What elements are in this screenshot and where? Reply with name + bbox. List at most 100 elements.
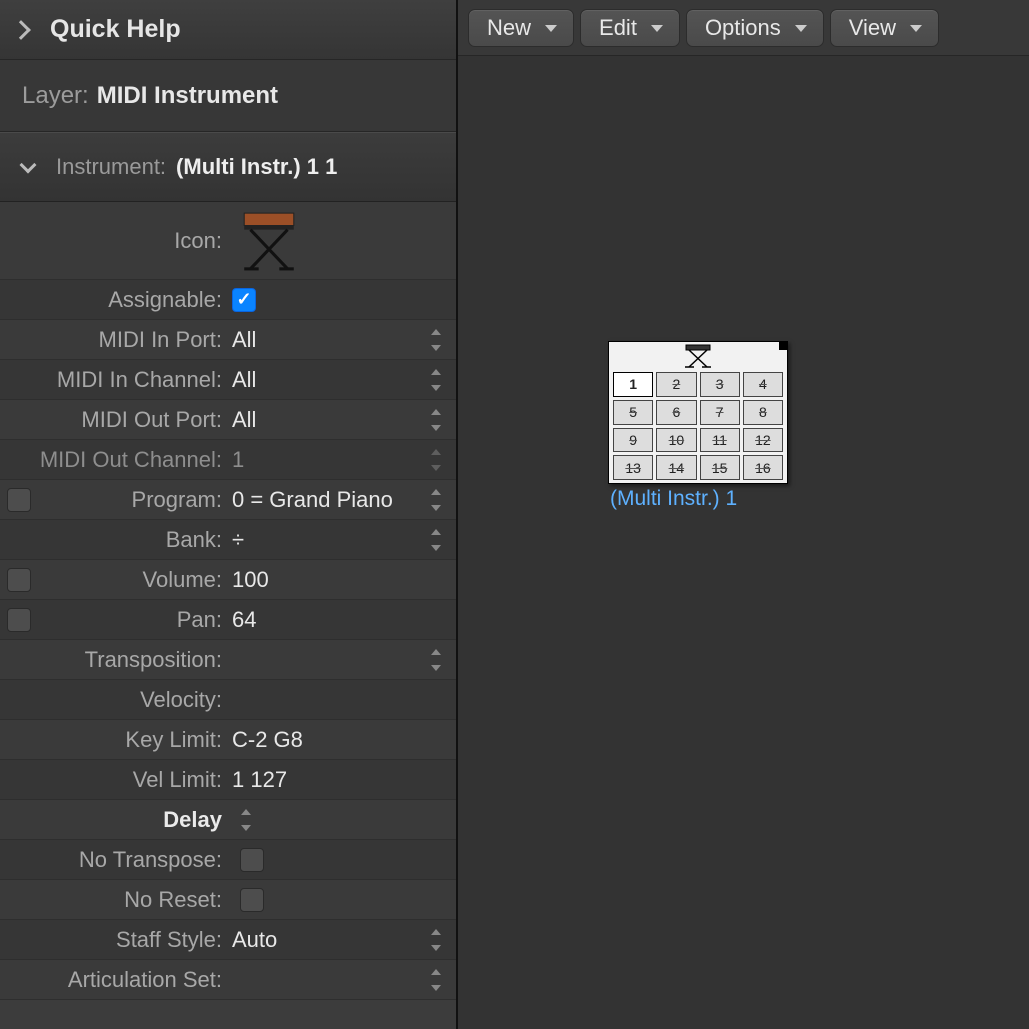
channel-button-7[interactable]: 7 bbox=[700, 400, 740, 425]
param-vel-limit: Vel Limit: 1 127 bbox=[0, 760, 456, 800]
param-key-limit: Key Limit: C-2 G8 bbox=[0, 720, 456, 760]
quick-help-header[interactable]: Quick Help bbox=[0, 0, 456, 60]
environment-canvas-panel: New Edit Options View bbox=[458, 0, 1029, 1029]
btn-label: View bbox=[849, 15, 896, 41]
channel-button-2[interactable]: 2 bbox=[656, 372, 696, 397]
param-assignable: Assignable: bbox=[0, 280, 456, 320]
param-no-reset: No Reset: bbox=[0, 880, 456, 920]
keyboard-stand-icon bbox=[682, 344, 714, 370]
stepper-icon[interactable] bbox=[428, 406, 444, 434]
pan-enable-checkbox[interactable] bbox=[7, 608, 31, 632]
vel-limit-value[interactable]: 1 127 bbox=[228, 767, 444, 793]
param-midi-out-channel: MIDI Out Channel: 1 bbox=[0, 440, 456, 480]
staff-style-value[interactable]: Auto bbox=[228, 927, 428, 953]
param-label: MIDI In Channel: bbox=[38, 367, 228, 393]
bank-value[interactable]: ÷ bbox=[228, 527, 428, 553]
no-reset-checkbox[interactable] bbox=[240, 888, 264, 912]
multi-instrument-object[interactable]: 12345678910111213141516 (Multi Instr.) 1 bbox=[608, 341, 788, 511]
stepper-icon[interactable] bbox=[428, 526, 444, 554]
param-articulation-set: Articulation Set: bbox=[0, 960, 456, 1000]
output-connector-icon[interactable] bbox=[779, 342, 787, 350]
object-label[interactable]: (Multi Instr.) 1 bbox=[608, 487, 788, 511]
channel-button-8[interactable]: 8 bbox=[743, 400, 783, 425]
channel-button-1[interactable]: 1 bbox=[613, 372, 653, 397]
program-value[interactable]: 0 = Grand Piano bbox=[228, 487, 428, 513]
inspector-panel: Quick Help Layer: MIDI Instrument Instru… bbox=[0, 0, 458, 1029]
midi-in-port-value[interactable]: All bbox=[228, 327, 428, 353]
assignable-checkbox[interactable] bbox=[232, 288, 256, 312]
stepper-icon[interactable] bbox=[428, 966, 444, 994]
stepper-icon[interactable] bbox=[428, 646, 444, 674]
channel-grid: 12345678910111213141516 bbox=[613, 372, 783, 480]
layer-row[interactable]: Layer: MIDI Instrument bbox=[0, 60, 456, 132]
new-menu-button[interactable]: New bbox=[468, 9, 574, 47]
param-label: Volume: bbox=[38, 567, 228, 593]
stepper-icon[interactable] bbox=[428, 446, 444, 474]
btn-label: Edit bbox=[599, 15, 637, 41]
edit-menu-button[interactable]: Edit bbox=[580, 9, 680, 47]
channel-button-16[interactable]: 16 bbox=[743, 455, 783, 480]
param-label: Icon: bbox=[38, 228, 228, 254]
param-list: Icon: Assignable: bbox=[0, 202, 456, 1000]
param-transposition: Transposition: bbox=[0, 640, 456, 680]
channel-button-11[interactable]: 11 bbox=[700, 428, 740, 453]
param-icon: Icon: bbox=[0, 202, 456, 280]
param-program: Program: 0 = Grand Piano bbox=[0, 480, 456, 520]
channel-button-10[interactable]: 10 bbox=[656, 428, 696, 453]
channel-button-9[interactable]: 9 bbox=[613, 428, 653, 453]
param-label: Staff Style: bbox=[38, 927, 228, 953]
param-label: MIDI Out Port: bbox=[38, 407, 228, 433]
param-midi-in-port: MIDI In Port: All bbox=[0, 320, 456, 360]
view-menu-button[interactable]: View bbox=[830, 9, 939, 47]
pan-value[interactable]: 64 bbox=[228, 607, 444, 633]
midi-in-ch-value[interactable]: All bbox=[228, 367, 428, 393]
midi-out-ch-value[interactable]: 1 bbox=[228, 447, 428, 473]
instrument-header[interactable]: Instrument: (Multi Instr.) 1 1 bbox=[0, 132, 456, 202]
channel-button-5[interactable]: 5 bbox=[613, 400, 653, 425]
param-label: Articulation Set: bbox=[38, 967, 228, 993]
channel-button-4[interactable]: 4 bbox=[743, 372, 783, 397]
quick-help-title: Quick Help bbox=[50, 15, 181, 44]
param-label: No Transpose: bbox=[38, 847, 228, 873]
stepper-icon[interactable] bbox=[238, 806, 254, 834]
options-menu-button[interactable]: Options bbox=[686, 9, 824, 47]
channel-button-3[interactable]: 3 bbox=[700, 372, 740, 397]
midi-out-port-value[interactable]: All bbox=[228, 407, 428, 433]
layer-label: Layer: bbox=[22, 82, 89, 110]
param-label: MIDI Out Channel: bbox=[38, 447, 228, 473]
param-label: Vel Limit: bbox=[38, 767, 228, 793]
key-limit-value[interactable]: C-2 G8 bbox=[228, 727, 444, 753]
no-transpose-checkbox[interactable] bbox=[240, 848, 264, 872]
program-enable-checkbox[interactable] bbox=[7, 488, 31, 512]
canvas-area[interactable]: 12345678910111213141516 (Multi Instr.) 1 bbox=[458, 56, 1029, 1029]
stepper-icon[interactable] bbox=[428, 486, 444, 514]
param-label: Bank: bbox=[38, 527, 228, 553]
volume-enable-checkbox[interactable] bbox=[7, 568, 31, 592]
btn-label: New bbox=[487, 15, 531, 41]
caret-down-icon bbox=[795, 25, 807, 32]
channel-button-14[interactable]: 14 bbox=[656, 455, 696, 480]
canvas-toolbar: New Edit Options View bbox=[458, 0, 1029, 56]
stepper-icon[interactable] bbox=[428, 926, 444, 954]
param-volume: Volume: 100 bbox=[0, 560, 456, 600]
volume-value[interactable]: 100 bbox=[228, 567, 444, 593]
param-label: Program: bbox=[38, 487, 228, 513]
param-pan: Pan: 64 bbox=[0, 600, 456, 640]
channel-button-15[interactable]: 15 bbox=[700, 455, 740, 480]
keyboard-stand-icon bbox=[238, 209, 300, 273]
instrument-value: (Multi Instr.) 1 1 bbox=[176, 154, 337, 180]
caret-down-icon bbox=[910, 25, 922, 32]
icon-picker[interactable] bbox=[228, 209, 444, 273]
object-body[interactable]: 12345678910111213141516 bbox=[608, 341, 788, 484]
channel-button-6[interactable]: 6 bbox=[656, 400, 696, 425]
param-midi-out-port: MIDI Out Port: All bbox=[0, 400, 456, 440]
param-velocity: Velocity: bbox=[0, 680, 456, 720]
param-no-transpose: No Transpose: bbox=[0, 840, 456, 880]
channel-button-13[interactable]: 13 bbox=[613, 455, 653, 480]
stepper-icon[interactable] bbox=[428, 366, 444, 394]
chevron-down-icon bbox=[20, 157, 37, 174]
stepper-icon[interactable] bbox=[428, 326, 444, 354]
channel-button-12[interactable]: 12 bbox=[743, 428, 783, 453]
chevron-right-icon bbox=[11, 20, 31, 40]
param-delay: Delay bbox=[0, 800, 456, 840]
